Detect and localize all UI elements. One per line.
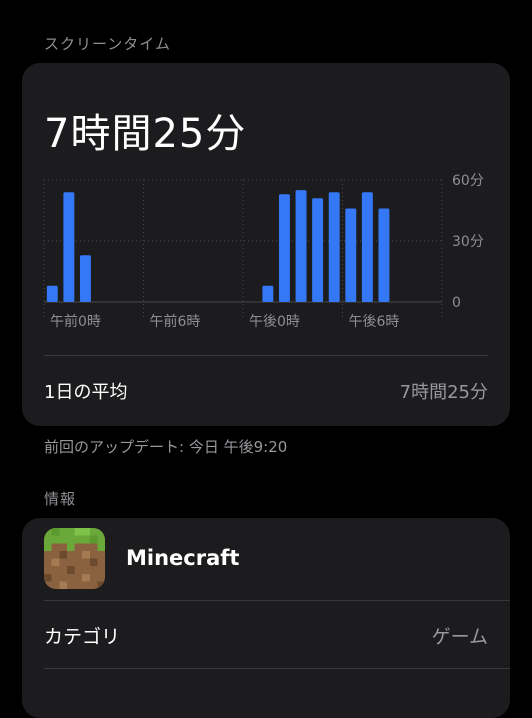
usage-bar bbox=[378, 208, 390, 302]
usage-bar bbox=[361, 192, 373, 302]
usage-bar bbox=[262, 285, 274, 302]
x-tick-label: 午後6時 bbox=[349, 314, 400, 330]
info-card: Minecraft カテゴリ ゲーム bbox=[22, 518, 510, 718]
usage-bar bbox=[328, 192, 340, 302]
usage-bar-chart: 60分 30分 0 午前0時 午前6時 午後0時 午後6時 bbox=[43, 173, 484, 330]
y-tick-label: 60分 bbox=[452, 173, 484, 189]
x-tick-label: 午後0時 bbox=[249, 314, 300, 330]
usage-bar bbox=[278, 194, 290, 302]
category-divider bbox=[44, 668, 510, 669]
category-value: ゲーム bbox=[431, 626, 488, 648]
info-section-title: 情報 bbox=[44, 490, 77, 508]
usage-bar bbox=[79, 255, 91, 302]
daily-average-label: 1日の平均 bbox=[44, 382, 128, 403]
screen-time-section-title: スクリーンタイム bbox=[44, 35, 171, 53]
usage-bar bbox=[312, 198, 324, 302]
x-tick-label: 午前0時 bbox=[50, 313, 101, 330]
x-tick-label: 午前6時 bbox=[150, 313, 201, 330]
usage-bar bbox=[345, 208, 357, 302]
minecraft-app-icon bbox=[44, 528, 105, 589]
y-tick-label: 30分 bbox=[452, 234, 484, 250]
category-label: カテゴリ bbox=[44, 626, 121, 648]
usage-bar bbox=[46, 285, 58, 302]
usage-bar bbox=[295, 190, 307, 302]
usage-bar bbox=[63, 192, 75, 302]
app-name: Minecraft bbox=[126, 546, 240, 570]
y-tick-label: 0 bbox=[452, 295, 461, 311]
chart-divider bbox=[44, 355, 488, 356]
info-divider bbox=[44, 600, 510, 601]
screen-time-card[interactable]: 7時間25分 60分 30分 0 午前0時 午前6時 午後0時 午後6時 1日の平均 7時間… bbox=[22, 63, 510, 426]
last-updated-text: 前回のアップデート: 今日 午後9:20 bbox=[44, 438, 288, 456]
daily-average-value: 7時間25分 bbox=[399, 382, 488, 403]
